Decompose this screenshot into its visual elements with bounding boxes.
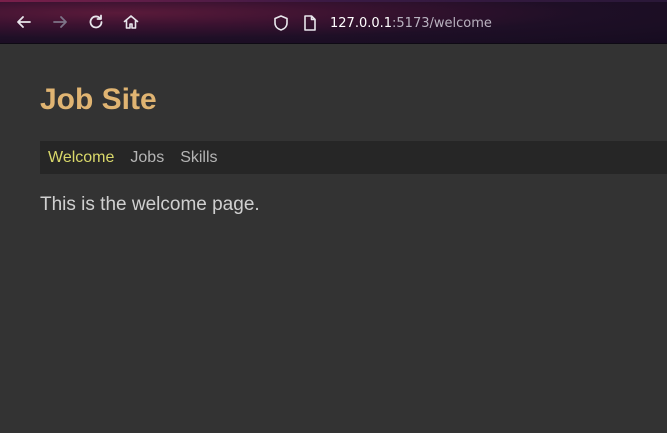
forward-button[interactable] [50,12,70,32]
nav-link-jobs[interactable]: Jobs [130,141,164,174]
home-button[interactable] [121,12,141,32]
page-icon [304,15,316,31]
browser-toolbar: 127.0.0.1:5173/welcome [0,0,667,44]
nav-link-skills[interactable]: Skills [180,141,217,174]
reload-button[interactable] [86,12,106,32]
url-host: 127.0.0.1 [330,15,393,31]
welcome-text: This is the welcome page. [40,194,260,215]
arrow-right-icon [53,16,67,28]
reload-icon [89,14,103,29]
toolbar-accent [0,0,667,2]
site-nav: Welcome Jobs Skills [40,141,667,174]
home-icon [123,15,139,29]
address-bar[interactable]: 127.0.0.1:5173/welcome [272,12,492,34]
back-button[interactable] [14,12,34,32]
shield-icon [274,15,288,31]
url-text[interactable]: 127.0.0.1:5173/welcome [330,16,492,31]
nav-link-welcome[interactable]: Welcome [48,141,114,174]
site-title: Job Site [40,83,157,116]
url-path: :5173/welcome [392,15,492,31]
arrow-left-icon [17,16,31,28]
page-content: Job Site Welcome Jobs Skills This is the… [0,44,667,433]
